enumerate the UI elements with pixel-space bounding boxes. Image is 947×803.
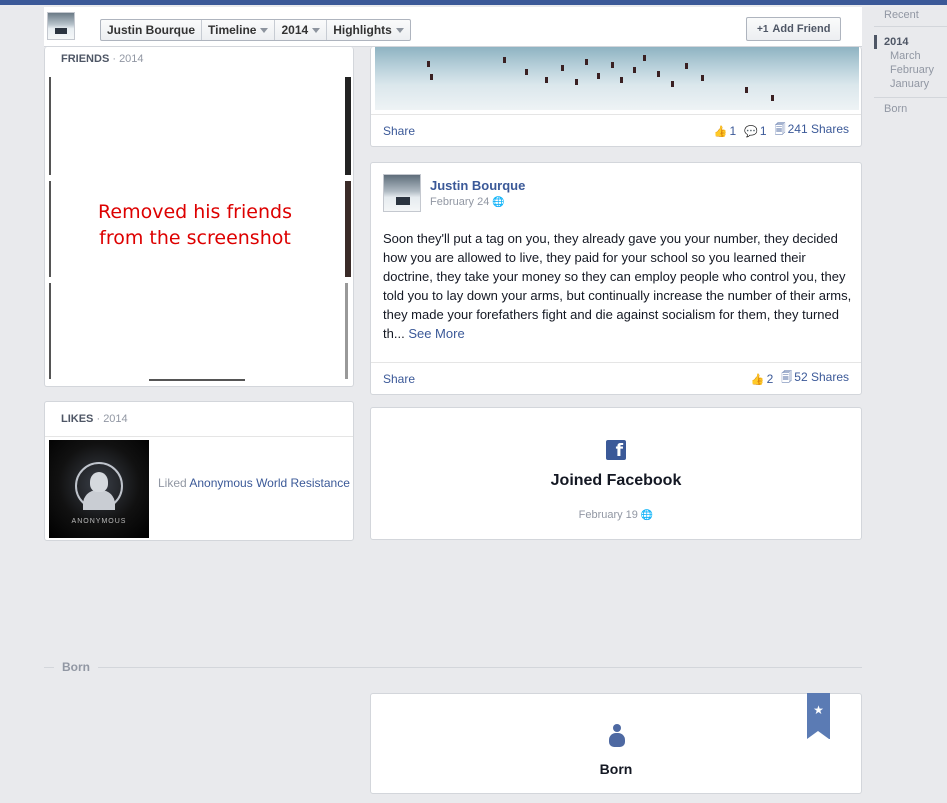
scrubber-month-february[interactable]: February bbox=[874, 63, 947, 77]
photo-detail bbox=[503, 57, 506, 63]
photo-detail bbox=[561, 65, 564, 71]
photo-detail bbox=[427, 61, 430, 67]
scrubber-recent[interactable]: Recent bbox=[874, 8, 947, 27]
globe-icon: 🌐 bbox=[492, 197, 505, 208]
breadcrumb-year-dropdown[interactable]: 2014 bbox=[275, 20, 328, 40]
photo-detail bbox=[643, 55, 646, 61]
friend-photo-fragment bbox=[149, 379, 245, 381]
text-post-actions: Share 👍 2 🗐 52 Shares bbox=[371, 362, 861, 394]
friend-photo-fragment[interactable] bbox=[345, 77, 351, 175]
friend-photo-fragment[interactable] bbox=[345, 181, 351, 277]
photo-detail bbox=[545, 77, 548, 83]
add-friend-button[interactable]: +1 Add Friend bbox=[746, 17, 842, 41]
see-more-link[interactable]: See More bbox=[408, 326, 464, 341]
photo-detail bbox=[611, 62, 614, 68]
friend-photo-fragment bbox=[49, 283, 51, 379]
photo-detail bbox=[525, 69, 528, 75]
photo-detail bbox=[745, 87, 748, 93]
text-post-card: Justin Bourque February 24 🌐 Soon they'll… bbox=[370, 162, 862, 395]
removed-friends-annotation: Removed his friends from the screenshot bbox=[98, 201, 292, 249]
friend-photo-fragment bbox=[49, 77, 51, 175]
like-count[interactable]: 👍 1 bbox=[714, 124, 736, 138]
share-count[interactable]: 🗐 241 Shares bbox=[775, 121, 849, 140]
chevron-down-icon bbox=[260, 28, 269, 33]
post-stats: 👍 1 💬 1 🗐 241 Shares bbox=[714, 121, 849, 140]
photo-detail bbox=[430, 74, 433, 80]
photo-detail bbox=[671, 81, 674, 87]
post-timestamp[interactable]: February 24 🌐 bbox=[430, 196, 505, 208]
joined-facebook-card: f Joined Facebook February 19 🌐 bbox=[370, 407, 862, 540]
baby-icon bbox=[607, 724, 627, 748]
likes-card-heading: LIKES · 2014 bbox=[45, 402, 353, 437]
timeline-header-bar: Justin Bourque Timeline 2014 Highlights … bbox=[44, 7, 862, 47]
breadcrumb-highlights-dropdown[interactable]: Highlights bbox=[327, 20, 410, 40]
post-body-text: Soon they'll put a tag on you, they alre… bbox=[383, 231, 852, 341]
friends-card-heading: FRIENDS · 2014 bbox=[61, 53, 144, 65]
photo-detail bbox=[575, 79, 578, 85]
thumbs-up-icon: 👍 bbox=[713, 125, 728, 138]
breadcrumb-profile-name[interactable]: Justin Bourque bbox=[101, 20, 203, 40]
photo-detail bbox=[620, 77, 623, 83]
scrubber-month-march[interactable]: March bbox=[874, 49, 947, 63]
born-section-label: Born bbox=[54, 660, 98, 674]
anonymous-logo-text: ANONYMOUS bbox=[71, 518, 127, 525]
star-icon: ★ bbox=[813, 703, 824, 717]
photo-detail bbox=[633, 67, 636, 73]
scrubber-month-january[interactable]: January bbox=[874, 77, 947, 91]
joined-date[interactable]: February 19 🌐 bbox=[371, 509, 861, 521]
photo-detail bbox=[685, 63, 688, 69]
scrubber-year-2014[interactable]: 2014 bbox=[874, 35, 947, 49]
profile-thumbnail[interactable] bbox=[47, 12, 75, 40]
anonymous-logo-figure bbox=[83, 490, 115, 510]
share-count[interactable]: 🗐 52 Shares bbox=[781, 369, 849, 388]
globe-icon: 🌐 bbox=[640, 510, 654, 521]
joined-facebook-title: Joined Facebook bbox=[550, 472, 682, 489]
top-nav-strip bbox=[0, 0, 947, 5]
chevron-down-icon bbox=[312, 28, 321, 33]
photo-post-card: Share 👍 1 💬 1 🗐 241 Shares bbox=[370, 47, 862, 147]
photo-detail bbox=[657, 71, 660, 77]
liked-page-text: Liked Anonymous World Resistance bbox=[158, 476, 350, 490]
photo-detail bbox=[597, 73, 600, 79]
photo-post-actions: Share 👍 1 💬 1 🗐 241 Shares bbox=[371, 114, 861, 146]
highlight-ribbon[interactable]: ★ bbox=[807, 693, 830, 739]
breadcrumb-timeline-dropdown[interactable]: Timeline bbox=[202, 20, 276, 40]
liked-page-link[interactable]: Anonymous World Resistance bbox=[189, 476, 350, 490]
share-link[interactable]: Share bbox=[383, 372, 415, 386]
facebook-logo-icon: f bbox=[606, 440, 626, 461]
born-card-title: Born bbox=[599, 761, 633, 777]
author-avatar[interactable] bbox=[383, 174, 421, 212]
share-icon: 🗐 bbox=[774, 124, 786, 136]
post-author-name[interactable]: Justin Bourque bbox=[430, 178, 525, 193]
likes-card: LIKES · 2014 ANONYMOUS Liked Anonymous W… bbox=[44, 401, 354, 541]
like-count[interactable]: 👍 2 bbox=[751, 372, 773, 386]
comment-icon: 💬 bbox=[744, 125, 758, 138]
born-section-divider bbox=[44, 667, 862, 668]
friend-photo-fragment bbox=[345, 283, 348, 379]
share-icon: 🗐 bbox=[781, 372, 793, 384]
scrubber-born[interactable]: Born bbox=[874, 97, 947, 116]
friend-photo-fragment bbox=[49, 181, 51, 277]
post-photo[interactable] bbox=[375, 47, 859, 110]
share-link[interactable]: Share bbox=[383, 124, 415, 138]
anonymous-page-image[interactable]: ANONYMOUS bbox=[49, 440, 149, 538]
breadcrumb: Justin Bourque Timeline 2014 Highlights bbox=[100, 19, 411, 41]
photo-detail bbox=[585, 59, 588, 65]
photo-detail bbox=[701, 75, 704, 81]
friends-card: FRIENDS · 2014 Removed his friends from … bbox=[44, 47, 354, 387]
comment-count[interactable]: 💬 1 bbox=[744, 124, 766, 138]
anonymous-logo-head bbox=[90, 472, 108, 492]
chevron-down-icon bbox=[395, 28, 404, 33]
thumbs-up-icon: 👍 bbox=[750, 373, 765, 386]
add-friend-icon: +1 bbox=[757, 23, 769, 35]
born-card: ★ Born bbox=[370, 693, 862, 794]
timeline-scrubber: Recent 2014 March February January Born bbox=[874, 8, 947, 116]
post-stats: 👍 2 🗐 52 Shares bbox=[751, 369, 849, 388]
photo-detail bbox=[771, 95, 774, 101]
